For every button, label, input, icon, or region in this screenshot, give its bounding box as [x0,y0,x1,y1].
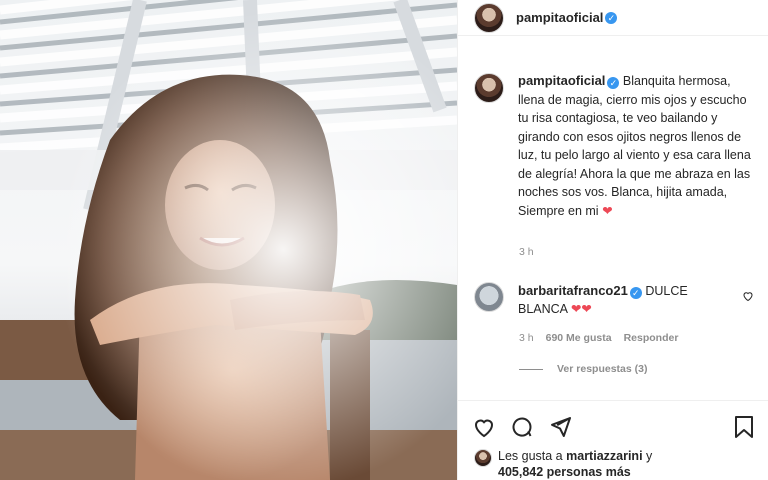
verified-badge-icon: ✓ [629,287,642,299]
view-replies[interactable]: Ver respuestas (3) [519,363,647,375]
photo-illustration [0,0,457,480]
post-photo[interactable] [0,0,457,480]
likes-joiner: y [646,449,653,463]
verified-badge-icon: ✓ [607,77,620,89]
caption-timestamp[interactable]: 3 h [519,246,534,258]
caption-text-block: pampitaoficial ✓ Blanquita hermosa, llena… [518,72,754,220]
replies-divider [519,368,543,370]
post-header: pampitaoficial ✓ [458,0,768,36]
comment-text-block: barbaritafranco21 ✓ DULCE BLANCA ❤❤ [518,282,718,318]
action-icons [472,415,572,439]
post-sidebar: pampitaoficial ✓ pampitaoficial ✓ Blanqui… [457,0,768,480]
likes-text: Les gusta a martiazzarini y 405,842 pers… [498,448,652,480]
commenter-avatar[interactable] [474,282,504,312]
author-username[interactable]: pampitaoficial [516,10,603,25]
heart-emoji: ❤ [602,203,613,218]
caption-username[interactable]: pampitaoficial [518,73,605,88]
author-avatar[interactable] [474,2,504,33]
verified-badge-icon: ✓ [605,11,618,24]
commenter-username[interactable]: barbaritafranco21 [518,283,628,298]
comment-likes[interactable]: 690 Me gusta [546,332,612,344]
view-replies-label[interactable]: Ver respuestas (3) [557,363,647,375]
reply-button[interactable]: Responder [624,332,679,344]
paper-plane-icon[interactable] [548,415,572,439]
comment-icon[interactable] [510,415,534,439]
likes-prefix: Les gusta a [498,449,563,463]
likes-count[interactable]: 405,842 personas más [498,465,631,479]
comment-item: barbaritafranco21 ✓ DULCE BLANCA ❤❤ [474,282,759,318]
post-container: pampitaoficial ✓ pampitaoficial ✓ Blanqui… [0,0,768,480]
caption-text: Blanquita hermosa, llena de magia, cierr… [518,74,751,218]
comment-meta: 3 h 690 Me gusta Responder [519,332,678,344]
comment-timestamp[interactable]: 3 h [519,332,534,344]
liker-avatar[interactable] [474,449,492,467]
post-actions: Les gusta a martiazzarini y 405,842 pers… [458,400,768,480]
heart-emoji: ❤❤ [570,302,592,316]
likes-summary: Les gusta a martiazzarini y 405,842 pers… [474,448,652,480]
post-caption: pampitaoficial ✓ Blanquita hermosa, llena… [474,72,759,220]
comment-like-heart-icon[interactable] [742,290,754,302]
caption-avatar[interactable] [474,73,504,103]
liker-username[interactable]: martiazzarini [566,449,642,463]
heart-icon[interactable] [472,415,496,439]
bookmark-icon[interactable] [733,415,755,439]
